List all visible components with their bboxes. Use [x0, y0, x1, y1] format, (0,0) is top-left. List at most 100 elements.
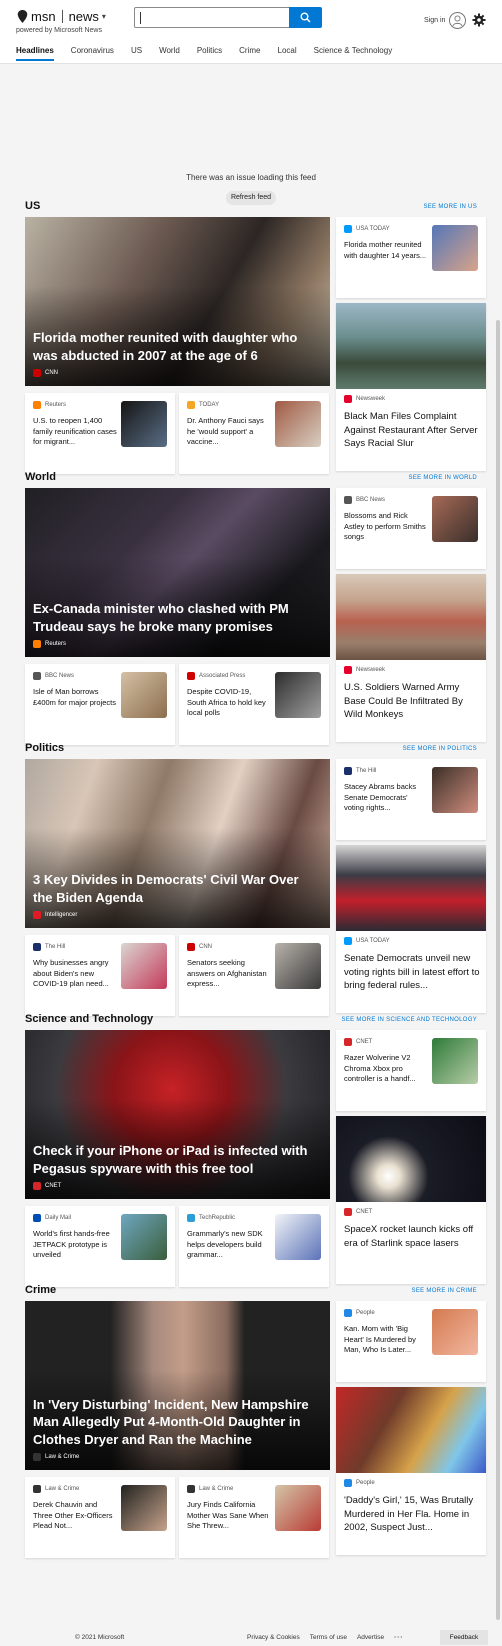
article-card[interactable]: People Kan. Mom with 'Big Heart' Is Murde… [336, 1301, 486, 1382]
article-card[interactable]: BBC News Isle of Man borrows £400m for ma… [25, 664, 175, 745]
article-headline[interactable]: Blossoms and Rick Astley to perform Smit… [344, 511, 428, 543]
article-headline[interactable]: Grammarly's new SDK helps developers bui… [187, 1229, 271, 1261]
source-name: Daily Mail [45, 1215, 72, 1221]
see-more-link[interactable]: SEE MORE IN SCIENCE AND TECHNOLOGY [342, 1017, 477, 1023]
article-card[interactable]: USA TODAY Florida mother reunited with da… [336, 217, 486, 298]
hero-headline[interactable]: Ex-Canada minister who clashed with PM T… [33, 600, 320, 635]
nav-tab-local[interactable]: Local [278, 46, 297, 61]
source-name: BBC News [45, 673, 75, 679]
article-card[interactable]: Daily Mail World's first hands-free JETPA… [25, 1206, 175, 1287]
see-more-link[interactable]: SEE MORE IN CRIME [412, 1288, 477, 1294]
hero-headline[interactable]: In 'Very Disturbing' Incident, New Hamps… [33, 1396, 320, 1449]
source-name: Reuters [45, 641, 67, 647]
chevron-down-icon[interactable]: ▾ [102, 12, 106, 21]
hero-article[interactable]: Check if your iPhone or iPad is infected… [25, 1030, 330, 1199]
article-headline[interactable]: Senate Democrats unveil new voting right… [344, 952, 480, 993]
source-name: Law & Crime [199, 1486, 234, 1492]
hero-article[interactable]: Ex-Canada minister who clashed with PM T… [25, 488, 330, 657]
source-name: The Hill [356, 768, 377, 774]
source-name: TODAY [199, 402, 220, 408]
hero-headline[interactable]: Florida mother reunited with daughter wh… [33, 329, 320, 364]
page-scrollbar[interactable] [496, 320, 500, 1620]
source-logo-icon [344, 395, 352, 403]
article-thumbnail [432, 1038, 478, 1084]
nav-tab-coronavirus[interactable]: Coronavirus [71, 46, 114, 61]
featured-article-card[interactable]: People 'Daddy's Girl,' 15, Was Brutally M… [336, 1387, 486, 1555]
msn-logo[interactable]: msn news ▾ [16, 9, 106, 24]
featured-article-card[interactable]: Newsweek Black Man Files Complaint Agains… [336, 303, 486, 471]
article-card[interactable]: Reuters U.S. to reopen 1,400 family reuni… [25, 393, 175, 474]
article-headline[interactable]: 'Daddy's Girl,' 15, Was Brutally Murdere… [344, 1494, 480, 1535]
article-card[interactable]: Law & Crime Jury Finds California Mother … [179, 1477, 329, 1558]
article-card[interactable]: TechRepublic Grammarly's new SDK helps de… [179, 1206, 329, 1287]
sign-in-link[interactable]: Sign in [424, 17, 445, 24]
article-card[interactable]: Law & Crime Derek Chauvin and Three Other… [25, 1477, 175, 1558]
article-card[interactable]: TODAY Dr. Anthony Fauci says he 'would su… [179, 393, 329, 474]
source-logo-icon [33, 369, 41, 377]
article-headline[interactable]: World's first hands-free JETPACK prototy… [33, 1229, 117, 1261]
hero-article[interactable]: In 'Very Disturbing' Incident, New Hamps… [25, 1301, 330, 1470]
article-headline[interactable]: U.S. Soldiers Warned Army Base Could Be … [344, 681, 480, 722]
user-avatar-icon[interactable] [449, 12, 466, 29]
hero-article[interactable]: 3 Key Divides in Democrats' Civil War Ov… [25, 759, 330, 928]
terms-link[interactable]: Terms of use [310, 1634, 347, 1641]
source-logo-icon [33, 672, 41, 680]
article-headline[interactable]: Florida mother reunited with daughter 14… [344, 240, 428, 261]
advertise-link[interactable]: Advertise [357, 1634, 384, 1641]
nav-tab-us[interactable]: US [131, 46, 142, 61]
article-card[interactable]: The Hill Why businesses angry about Biden… [25, 935, 175, 1016]
hero-source: Reuters [33, 640, 66, 648]
hero-article[interactable]: Florida mother reunited with daughter wh… [25, 217, 330, 386]
see-more-link[interactable]: SEE MORE IN US [423, 204, 477, 210]
page-footer: © 2021 Microsoft Privacy & Cookies Terms… [0, 1628, 502, 1646]
article-thumbnail [121, 1214, 167, 1260]
feedback-button[interactable]: Feedback [440, 1630, 488, 1645]
source-logo-icon [187, 672, 195, 680]
nav-tab-politics[interactable]: Politics [197, 46, 222, 61]
article-headline[interactable]: Derek Chauvin and Three Other Ex-Officer… [33, 1500, 117, 1532]
featured-article-card[interactable]: CNET SpaceX rocket launch kicks off era o… [336, 1116, 486, 1284]
featured-article-card[interactable]: USA TODAY Senate Democrats unveil new vot… [336, 845, 486, 1013]
article-headline[interactable]: Isle of Man borrows £400m for major proj… [33, 687, 117, 708]
see-more-link[interactable]: SEE MORE IN WORLD [409, 475, 477, 481]
hero-headline[interactable]: Check if your iPhone or iPad is infected… [33, 1142, 320, 1177]
nav-tab-headlines[interactable]: Headlines [16, 46, 54, 61]
article-card[interactable]: CNN Senators seeking answers on Afghanist… [179, 935, 329, 1016]
copyright-text: © 2021 Microsoft [75, 1634, 125, 1641]
article-thumbnail [121, 943, 167, 989]
article-card[interactable]: CNET Razer Wolverine V2 Chroma Xbox pro c… [336, 1030, 486, 1111]
article-headline[interactable]: Dr. Anthony Fauci says he 'would support… [187, 416, 271, 448]
privacy-link[interactable]: Privacy & Cookies [247, 1634, 300, 1641]
gear-icon[interactable] [472, 13, 486, 27]
article-headline[interactable]: Black Man Files Complaint Against Restau… [344, 410, 480, 451]
section-name[interactable]: news [69, 9, 99, 24]
article-card[interactable]: BBC News Blossoms and Rick Astley to perf… [336, 488, 486, 569]
article-card[interactable]: Associated Press Despite COVID-19, South … [179, 664, 329, 745]
article-headline[interactable]: Despite COVID-19, South Africa to hold k… [187, 687, 271, 719]
refresh-feed-button[interactable]: Refresh feed [226, 191, 276, 205]
nav-tab-crime[interactable]: Crime [239, 46, 260, 61]
hero-source: CNN [33, 369, 58, 377]
article-headline[interactable]: Stacey Abrams backs Senate Democrats' vo… [344, 782, 428, 814]
featured-article-card[interactable]: Newsweek U.S. Soldiers Warned Army Base C… [336, 574, 486, 742]
article-headline[interactable]: U.S. to reopen 1,400 family reunificatio… [33, 416, 117, 448]
article-headline[interactable]: Jury Finds California Mother Was Sane Wh… [187, 1500, 271, 1532]
article-thumbnail [121, 1485, 167, 1531]
article-headline[interactable]: Senators seeking answers on Afghanistan … [187, 958, 271, 990]
article-card[interactable]: The Hill Stacey Abrams backs Senate Democ… [336, 759, 486, 840]
hero-headline[interactable]: 3 Key Divides in Democrats' Civil War Ov… [33, 871, 320, 906]
nav-tab-world[interactable]: World [159, 46, 180, 61]
source-logo-icon [187, 401, 195, 409]
article-headline[interactable]: Razer Wolverine V2 Chroma Xbox pro contr… [344, 1053, 428, 1085]
search-button[interactable] [289, 7, 322, 28]
source-label: BBC News [33, 672, 74, 680]
more-options-icon[interactable]: ··· [394, 1634, 404, 1641]
article-headline[interactable]: SpaceX rocket launch kicks off era of St… [344, 1223, 480, 1250]
article-headline[interactable]: Why businesses angry about Biden's new C… [33, 958, 117, 990]
source-label: The Hill [344, 767, 376, 775]
source-label: CNET [344, 1038, 372, 1046]
footer-links: Privacy & Cookies Terms of use Advertise… [247, 1634, 414, 1641]
article-headline[interactable]: Kan. Mom with 'Big Heart' Is Murdered by… [344, 1324, 428, 1356]
nav-tab-science-technology[interactable]: Science & Technology [314, 46, 393, 61]
see-more-link[interactable]: SEE MORE IN POLITICS [403, 746, 477, 752]
